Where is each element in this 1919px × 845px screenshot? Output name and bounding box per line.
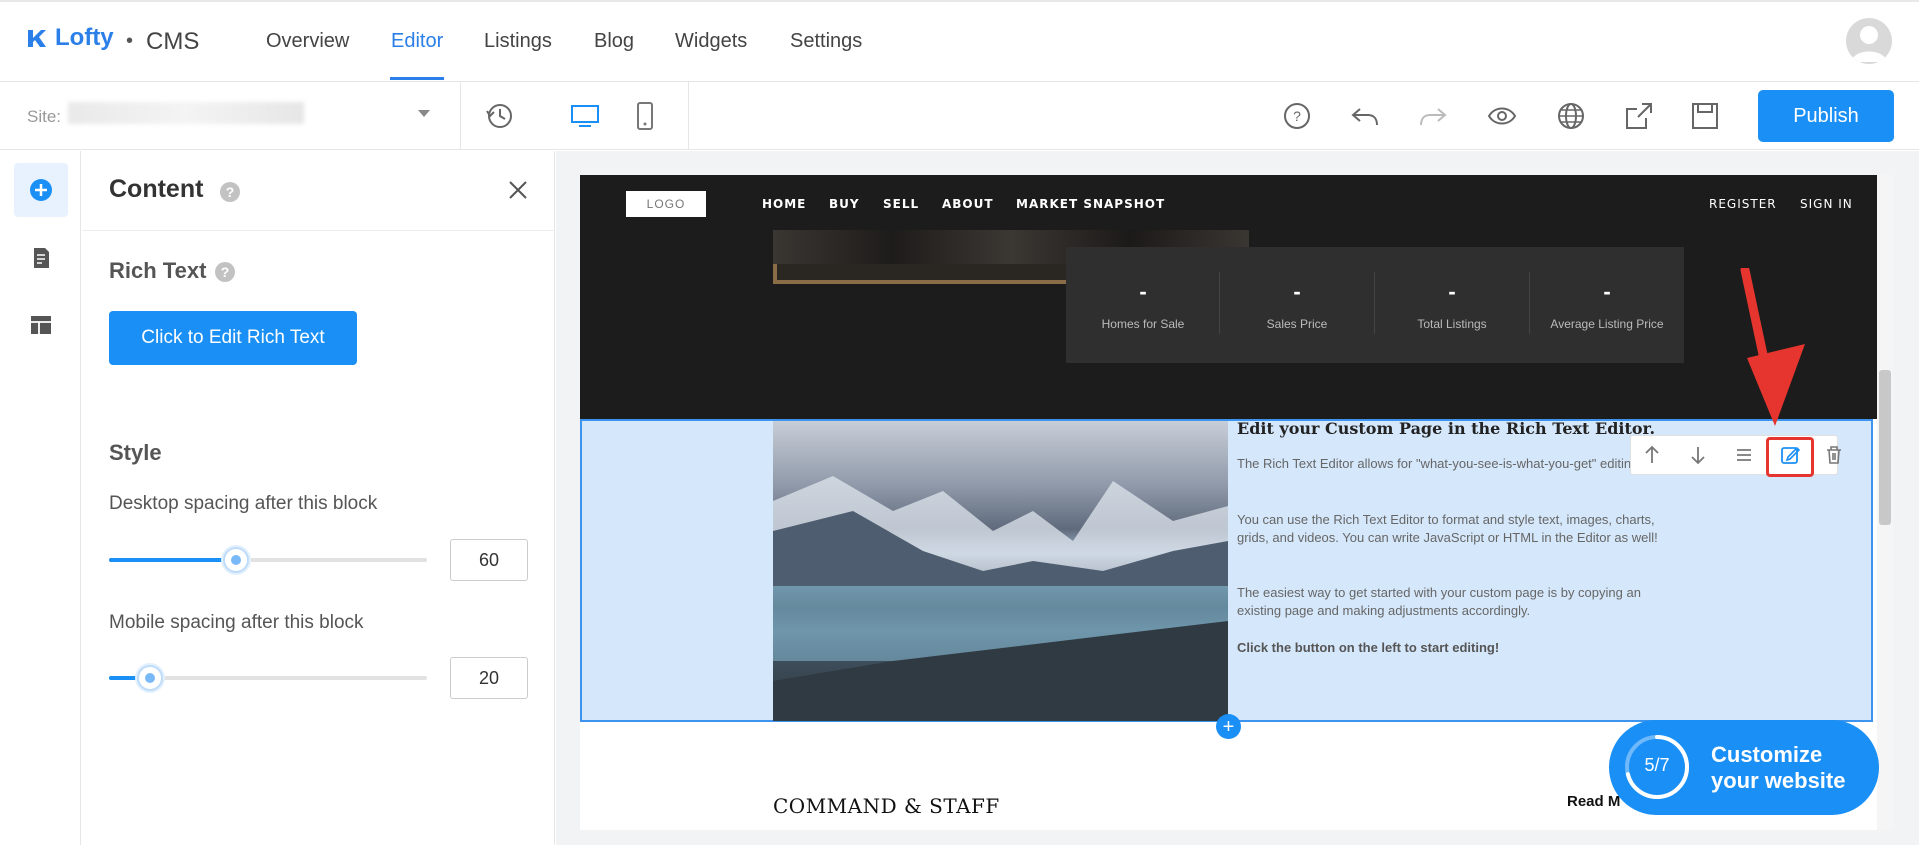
brand-logo[interactable]: Lofty — [25, 24, 114, 52]
rich-text-title: Edit your Custom Page in the Rich Text E… — [1237, 419, 1656, 438]
toolbar-divider — [688, 82, 689, 150]
redo-icon[interactable] — [1418, 101, 1448, 131]
product-name: CMS — [146, 28, 200, 55]
stat-label: Sales Price — [1266, 317, 1328, 331]
stat-value: - — [1139, 279, 1147, 304]
rich-text-heading: Rich Text — [109, 258, 207, 283]
move-up-icon[interactable] — [1640, 443, 1664, 467]
move-down-icon[interactable] — [1686, 443, 1710, 467]
publish-button[interactable]: Publish — [1758, 90, 1894, 142]
brand-separator: • — [126, 30, 134, 52]
brand-name: Lofty — [55, 24, 114, 51]
canvas-scrollbar-thumb[interactable] — [1879, 370, 1891, 525]
history-icon[interactable] — [485, 101, 515, 131]
user-avatar[interactable] — [1846, 18, 1892, 64]
svg-text:?: ? — [1293, 108, 1301, 124]
preview-icon[interactable] — [1487, 101, 1517, 131]
tab-settings[interactable]: Settings — [790, 30, 862, 53]
stat-sales-price: - Sales Price — [1220, 247, 1374, 363]
stat-homes-for-sale: - Homes for Sale — [1066, 247, 1220, 363]
desktop-spacing-input[interactable]: 60 — [450, 539, 528, 581]
desktop-spacing-slider-fill — [109, 558, 237, 562]
desktop-spacing-slider-handle[interactable] — [223, 547, 250, 573]
help-icon[interactable]: ? — [220, 182, 240, 202]
site-name-redacted — [68, 102, 304, 124]
add-icon[interactable] — [29, 178, 53, 202]
layout-icon[interactable] — [29, 313, 53, 337]
customize-line-1: Customize — [1711, 742, 1823, 767]
add-block-button[interactable]: + — [1216, 714, 1241, 739]
panel-title: Content — [109, 175, 204, 203]
stat-value: - — [1448, 279, 1456, 304]
tab-overview[interactable]: Overview — [266, 30, 349, 53]
mobile-icon[interactable] — [630, 101, 660, 131]
edit-rich-text-button[interactable]: Click to Edit Rich Text — [109, 311, 357, 365]
site-nav-buy[interactable]: BUY — [829, 197, 860, 211]
globe-icon[interactable] — [1556, 101, 1586, 131]
tab-blog[interactable]: Blog — [594, 30, 634, 53]
mobile-spacing-input[interactable]: 20 — [450, 657, 528, 699]
tab-listings[interactable]: Listings — [484, 30, 552, 53]
rich-text-paragraph: The easiest way to get started with your… — [1237, 585, 1641, 618]
toolbar-divider — [460, 82, 461, 150]
stat-value: - — [1603, 279, 1611, 304]
progress-count: 5/7 — [1644, 755, 1670, 775]
mobile-spacing-label: Mobile spacing after this block — [109, 612, 364, 633]
customize-line-2: your website — [1711, 768, 1846, 793]
save-icon[interactable] — [1690, 101, 1720, 131]
tab-widgets[interactable]: Widgets — [675, 30, 747, 53]
tab-editor[interactable]: Editor — [391, 30, 443, 53]
stat-label: Total Listings — [1417, 317, 1487, 331]
customize-label: Customize your website — [1711, 742, 1845, 794]
mountain-lake-image — [773, 421, 1228, 721]
site-nav-about[interactable]: ABOUT — [942, 197, 994, 211]
rich-text-paragraph: You can use the Rich Text Editor to form… — [1237, 512, 1658, 545]
help-icon[interactable]: ? — [1282, 101, 1312, 131]
site-nav-register[interactable]: REGISTER — [1709, 197, 1777, 211]
site-label: Site: — [27, 107, 62, 126]
stat-average-listing-price: - Average Listing Price — [1530, 247, 1684, 363]
site-nav-market-snapshot[interactable]: MARKET SNAPSHOT — [1016, 197, 1165, 211]
site-logo[interactable]: LOGO — [626, 191, 706, 217]
stat-label: Homes for Sale — [1101, 317, 1185, 331]
read-more-link[interactable]: Read M — [1567, 793, 1620, 810]
site-nav-sell[interactable]: SELL — [883, 197, 919, 211]
avatar-icon — [1851, 26, 1887, 62]
share-icon[interactable] — [1624, 101, 1654, 131]
help-icon[interactable]: ? — [215, 262, 235, 282]
desktop-spacing-label: Desktop spacing after this block — [109, 493, 378, 514]
site-nav-sign-in[interactable]: SIGN IN — [1800, 197, 1853, 211]
page-icon[interactable] — [29, 246, 53, 270]
mountain-illustration — [773, 476, 1228, 721]
chevron-down-icon — [418, 110, 430, 117]
undo-icon[interactable] — [1350, 101, 1380, 131]
close-icon[interactable] — [508, 180, 528, 200]
lofty-logo-icon — [28, 30, 46, 47]
stat-total-listings: - Total Listings — [1375, 247, 1529, 363]
rich-text-paragraph: The Rich Text Editor allows for "what-yo… — [1237, 456, 1642, 471]
stat-label: Average Listing Price — [1550, 317, 1664, 331]
section-title: COMMAND & STAFF — [773, 794, 1000, 818]
rich-text-cta: Click the button on the left to start ed… — [1237, 640, 1500, 655]
red-arrow-annotation — [1740, 268, 1805, 426]
style-heading: Style — [109, 440, 162, 465]
stat-value: - — [1293, 279, 1301, 304]
active-tab-indicator — [390, 77, 444, 80]
desktop-icon[interactable] — [570, 101, 600, 131]
site-nav-home[interactable]: HOME — [762, 197, 806, 211]
